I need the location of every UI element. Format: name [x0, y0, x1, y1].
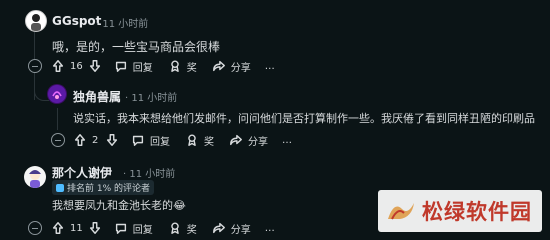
share-icon — [211, 220, 227, 236]
vote-count: 2 — [92, 134, 99, 146]
reply-button[interactable]: 回复 — [113, 57, 153, 75]
collapse-thread-button[interactable] — [28, 59, 42, 73]
share-label: 分享 — [230, 224, 251, 236]
share-button[interactable]: 分享 — [228, 131, 268, 149]
avatar-icon — [31, 14, 41, 31]
award-button[interactable]: 奖 — [167, 219, 197, 237]
more-options-button[interactable]: … — [265, 219, 275, 237]
comment-actions: 16 回复 奖 分享 … — [50, 57, 275, 75]
comment-username[interactable]: GGspot — [52, 14, 101, 28]
collapse-thread-button[interactable] — [51, 133, 65, 147]
upvote-icon[interactable] — [50, 58, 66, 74]
reply-button[interactable]: 回复 — [130, 131, 170, 149]
comment-time-value: 11 小时前 — [131, 93, 178, 104]
avatar[interactable] — [25, 10, 47, 32]
reply-icon — [130, 132, 146, 148]
watermark-logo-icon — [388, 203, 414, 220]
avatar-icon — [29, 170, 41, 188]
vote-count: 16 — [70, 60, 83, 72]
comment-username[interactable]: 那个人谢伊 — [52, 164, 112, 181]
comment-time: · 11 小时前 — [123, 169, 176, 180]
top-commenter-badge: 排名前 1% 的评论者 — [52, 180, 154, 195]
reply-icon — [113, 58, 129, 74]
award-button[interactable]: 奖 — [184, 131, 214, 149]
comment-body: 哦，是的，一些宝马商品会很棒 — [52, 40, 221, 54]
comment-time: · 11 小时前 — [96, 19, 149, 30]
comment-time-value: 11 小时前 — [129, 169, 176, 180]
award-button[interactable]: 奖 — [167, 57, 197, 75]
share-label: 分享 — [230, 62, 251, 74]
watermark: 松绿软件园 — [378, 190, 542, 232]
minus-icon — [32, 65, 38, 67]
watermark-text: 松绿软件园 — [422, 200, 532, 224]
vote-group: 11 — [50, 219, 103, 237]
avatar-icon — [48, 85, 66, 103]
comment-actions: 11 回复 奖 分享 … — [50, 219, 275, 237]
upvote-icon[interactable] — [72, 132, 88, 148]
reply-label: 回复 — [150, 136, 170, 148]
badge-icon — [56, 183, 64, 192]
vote-group: 16 — [50, 57, 103, 75]
minus-icon — [32, 227, 38, 229]
minus-icon — [55, 139, 61, 141]
more-options-icon: … — [282, 134, 292, 146]
share-icon — [211, 58, 227, 74]
upvote-icon[interactable] — [50, 220, 66, 236]
comment-body: 我想要凤九和金池长老的😂 — [52, 199, 186, 212]
reply-button[interactable]: 回复 — [113, 219, 153, 237]
more-options-icon: … — [264, 222, 275, 234]
comment-time: · 11 小时前 — [125, 93, 178, 104]
avatar[interactable] — [24, 166, 46, 188]
more-options-button[interactable]: … — [282, 131, 292, 149]
more-options-icon: … — [264, 60, 275, 72]
share-button[interactable]: 分享 — [211, 219, 251, 237]
comment-username[interactable]: 独角兽属 — [73, 88, 121, 105]
comment-actions: 2 回复 奖 分享 … — [72, 131, 292, 149]
share-label: 分享 — [248, 136, 268, 148]
downvote-icon[interactable] — [87, 220, 103, 236]
thread-line — [57, 108, 58, 130]
award-label: 奖 — [186, 62, 197, 74]
downvote-icon[interactable] — [87, 58, 103, 74]
comment-time-value: 11 小时前 — [102, 19, 149, 30]
badge-label: 排名前 1% 的评论者 — [67, 184, 150, 194]
collapse-thread-button[interactable] — [28, 221, 42, 235]
downvote-icon[interactable] — [104, 132, 120, 148]
share-button[interactable]: 分享 — [211, 57, 251, 75]
vote-count: 11 — [70, 222, 83, 234]
award-icon — [184, 132, 200, 148]
award-label: 奖 — [204, 136, 214, 148]
reply-label: 回复 — [132, 62, 153, 74]
award-icon — [167, 220, 183, 236]
more-options-button[interactable]: … — [265, 57, 275, 75]
reply-icon — [113, 220, 129, 236]
award-label: 奖 — [186, 224, 197, 236]
share-icon — [228, 132, 244, 148]
reply-label: 回复 — [132, 224, 153, 236]
vote-group: 2 — [72, 131, 120, 149]
comment-body: 说实话，我本来想给他们发邮件，问问他们是否打算制作一些。我厌倦了看到同样丑陋的印… — [73, 112, 535, 125]
award-icon — [167, 58, 183, 74]
avatar[interactable] — [47, 84, 67, 104]
